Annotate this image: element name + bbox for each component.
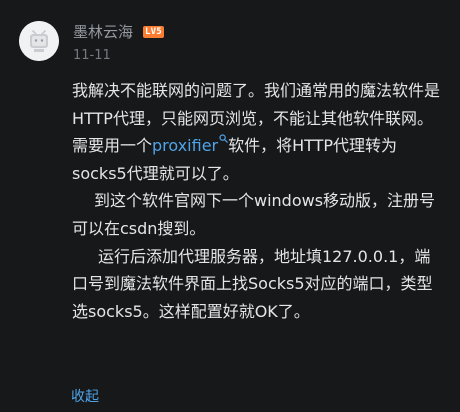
level-badge: LV5 xyxy=(143,26,164,38)
comment-content: 我解决不能联网的问题了。我们通常用的魔法软件是HTTP代理，只能网页浏览，不能让… xyxy=(72,77,444,325)
collapse-button[interactable]: 收起 xyxy=(71,388,99,406)
comment-paragraph-2: 到这个软件官网下一个windows移动版，注册号可以在csdn搜到。 xyxy=(72,191,436,238)
comment-paragraph-3: 运行后添加代理服务器，地址填127.0.0.1，端口号到魔法软件界面上找Sock… xyxy=(72,246,433,321)
user-avatar[interactable] xyxy=(19,21,59,61)
username[interactable]: 墨林云海 xyxy=(73,22,133,42)
search-icon xyxy=(219,134,228,143)
comment-date: 11-11 xyxy=(73,48,111,63)
proxifier-link[interactable]: proxifier xyxy=(152,134,228,156)
link-text: proxifier xyxy=(152,136,219,156)
comment-paragraph-1: 我解决不能联网的问题了。我们通常用的魔法软件是HTTP代理，只能网页浏览，不能让… xyxy=(72,77,444,187)
default-tv-avatar-icon xyxy=(19,21,59,61)
